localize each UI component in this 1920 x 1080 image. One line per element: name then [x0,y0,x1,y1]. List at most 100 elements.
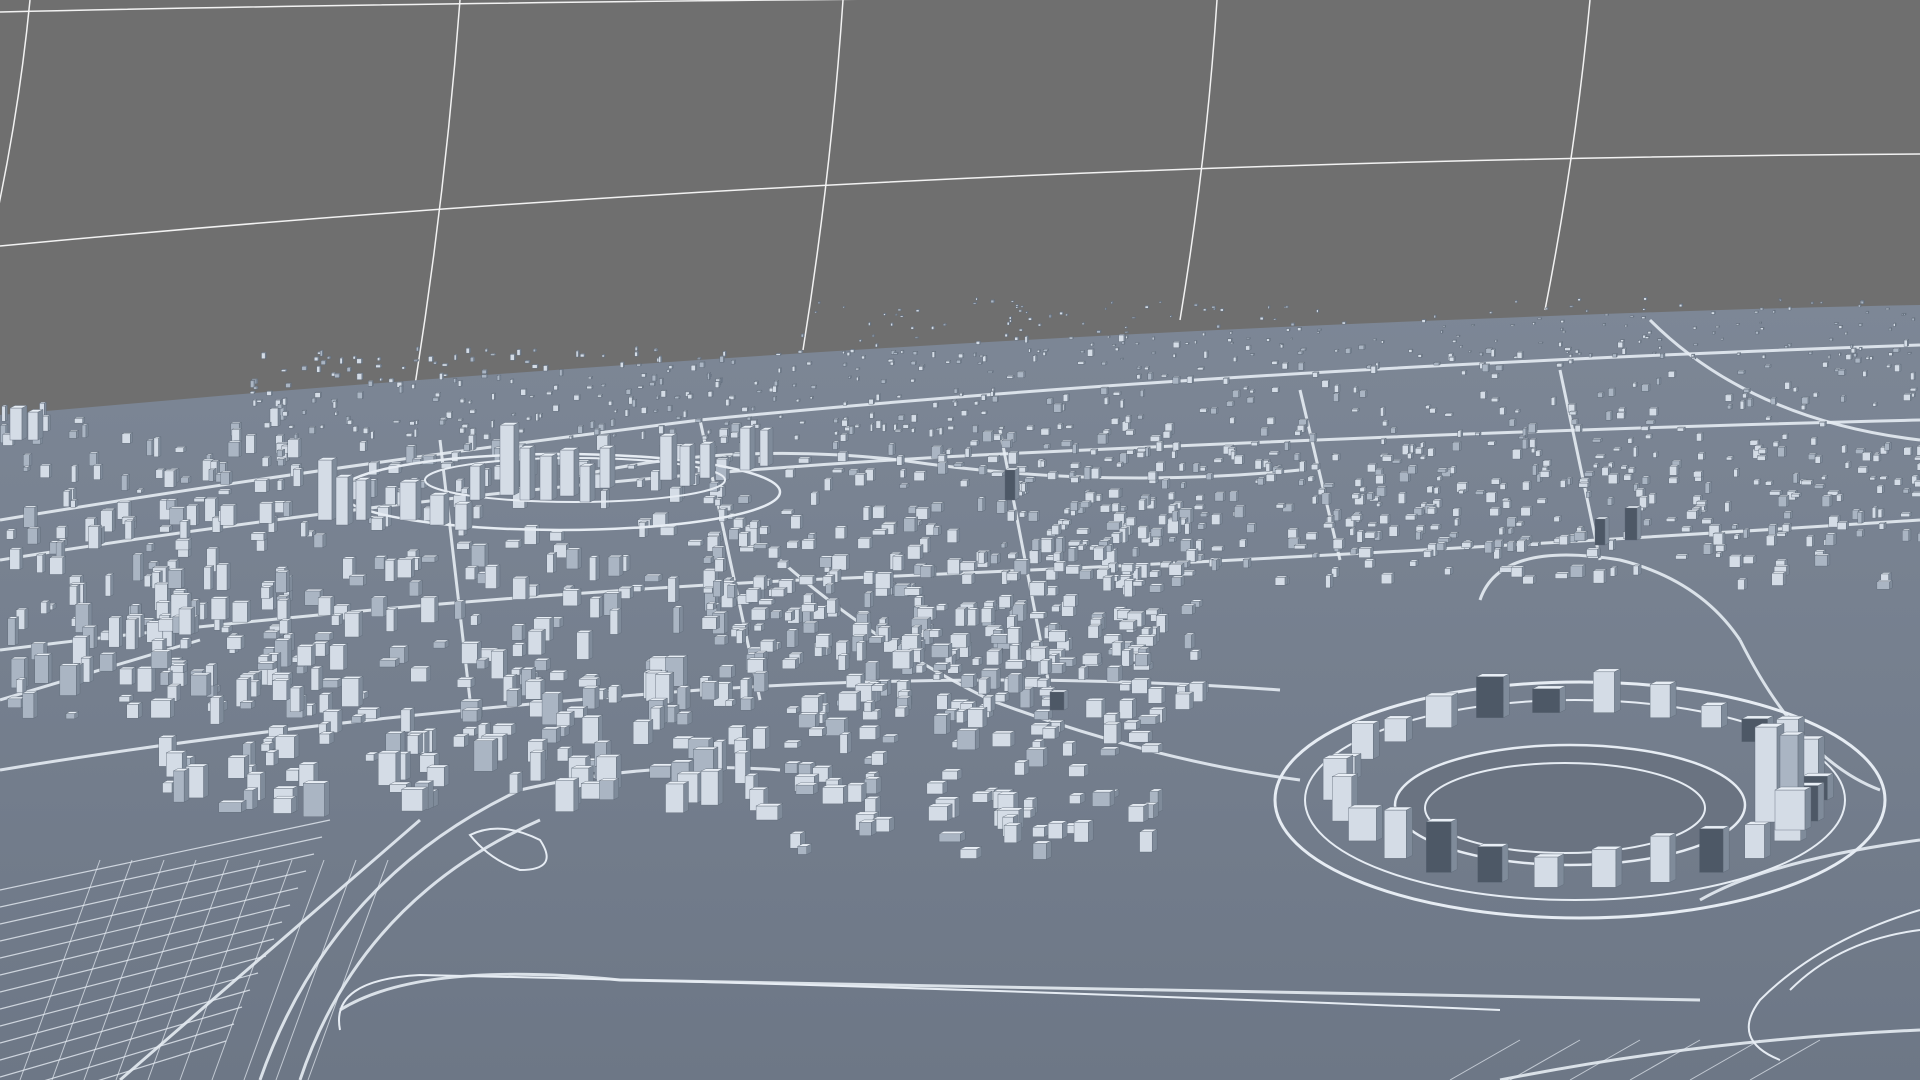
building-side [948,643,953,658]
building-face [1118,334,1125,342]
building [108,615,123,648]
building-side [1043,746,1049,768]
building-face [1300,348,1306,351]
building-roof [1026,425,1035,427]
building-side [1161,440,1164,452]
building [1245,344,1252,351]
building-face [1172,377,1179,385]
building-side [1384,485,1388,497]
building-roof [1281,362,1289,364]
building-face [1627,438,1633,444]
building-side [1625,347,1627,355]
building [826,597,840,614]
building [1632,381,1638,388]
building [1564,346,1572,351]
building-face [1136,374,1141,380]
building-roof [1910,387,1918,389]
building [986,648,1003,666]
building [1841,444,1848,454]
building-side [1236,490,1239,502]
building-face [1078,667,1085,680]
building-roof [1516,351,1524,353]
building-side [726,457,730,467]
building-face [911,626,919,635]
building-face [967,709,984,728]
building-side [269,585,274,599]
building-face [1390,427,1396,434]
building-side [716,615,720,630]
building [1482,363,1490,372]
building-side [991,430,995,443]
building-roof [1297,424,1306,426]
building-side [909,649,914,670]
building-face [1652,452,1657,458]
building-face [143,575,151,588]
building-face [795,784,814,795]
building [275,734,300,759]
building-face [938,833,961,843]
building-face [1128,732,1149,743]
building [512,642,527,657]
building-side [1198,462,1201,473]
building [136,488,145,494]
building-side [411,557,415,578]
building-side [846,553,850,571]
building-face [1123,721,1137,730]
building-face [896,456,903,466]
building-roof [1571,418,1579,420]
building-side [1148,446,1151,457]
building [1100,386,1109,395]
building-roof [707,531,723,534]
building-face [1203,351,1208,359]
building-side [85,423,89,438]
building-roof [982,430,994,432]
building-side [1900,477,1903,486]
building-face [752,728,766,750]
building-roof [1046,397,1054,399]
building [1175,691,1194,710]
building-roof [250,531,268,534]
building-face [23,467,28,472]
building [409,579,423,597]
building-side [1674,370,1677,378]
building [1112,391,1122,396]
building [218,488,232,495]
building-face [7,618,16,646]
building-side [1433,447,1436,457]
building [868,635,886,644]
building-side [96,451,100,467]
building [1886,364,1892,368]
building-face [277,458,284,466]
building-roof [230,422,242,424]
building-face [1345,348,1351,354]
building-face [1359,487,1365,492]
building-roof [122,516,137,518]
building [300,520,310,537]
building-face [1810,437,1817,446]
building-face [1197,367,1204,371]
building-roof [290,463,302,466]
building-side [1238,389,1241,398]
building-face [1186,376,1193,384]
building-roof [1641,383,1651,385]
building-side [750,696,756,711]
building [297,644,316,667]
building-side [286,598,291,620]
building-face [1102,576,1112,591]
building [396,557,415,578]
building-roof [1444,412,1454,414]
building-face [321,679,339,688]
building-face [1047,822,1063,839]
building-side [1047,658,1053,675]
building-face [1910,372,1915,381]
building-roof [533,616,554,619]
building [1375,474,1386,485]
building-side [1438,486,1441,495]
building-roof [1087,348,1095,350]
building-side [1051,537,1055,553]
building-side [1610,410,1613,421]
building-face [1100,387,1108,395]
building-face [556,748,569,762]
building-face [104,574,111,597]
building-face [1175,693,1190,710]
